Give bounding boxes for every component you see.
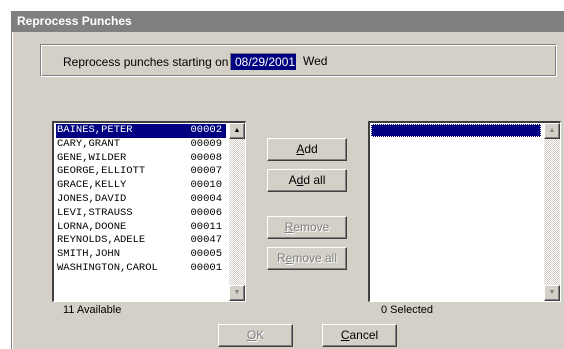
dialog-title: Reprocess Punches [11,11,564,32]
list-item[interactable]: GENE,WILDER 00008 [56,152,226,166]
cancel-button-post: ancel [349,328,379,342]
list-item[interactable]: BAINES,PETER 00002 [56,124,226,138]
add-all-button[interactable]: Add all [267,169,347,192]
remove-all-button-pre: R [276,251,286,265]
employee-id: 00005 [190,248,222,261]
add-all-button-post: d all [303,173,326,187]
start-date-field[interactable]: 08/29/2001 [230,53,296,70]
ok-button[interactable]: OK [218,324,293,347]
remove-button-post: emove [293,220,330,234]
employee-name: GRACE,KELLY [57,179,127,192]
add-button[interactable]: Add [267,138,347,161]
list-item[interactable]: JONES,DAVID 00004 [56,193,226,207]
employee-name: GENE,WILDER [57,151,127,164]
list-item[interactable]: LORNA,DOONE 00011 [56,221,226,235]
employee-name: SMITH,JOHN [57,248,121,261]
reprocess-punches-dialog: Reprocess Punches Reprocess punches star… [10,10,564,349]
employee-id: 00006 [190,206,222,219]
employee-name: REYNOLDS,ADELE [57,234,146,247]
add-all-button-pre: A [288,173,297,187]
list-item[interactable]: CARY,GRANT 00009 [56,138,226,152]
available-list-scrollbar[interactable]: ▲ ▼ [229,123,245,301]
start-date-group: Reprocess punches starting on 08/29/2001… [40,44,557,77]
list-item[interactable]: LEVI,STRAUSS 00006 [56,207,226,221]
list-item[interactable]: GRACE,KELLY 00010 [56,179,226,193]
list-item[interactable]: GEORGE,ELLIOTT 00007 [56,165,226,179]
window-edge [11,32,13,349]
remove-all-button[interactable]: Remove all [267,247,347,270]
ok-button-key: O [246,328,257,342]
selected-employees-list[interactable]: ▲ ▼ [368,121,561,302]
list-item[interactable]: SMITH,JOHN 00005 [56,248,226,262]
employee-id: 00047 [190,234,222,247]
list-item[interactable]: WASHINGTON,CAROL 00001 [56,262,226,276]
employee-name: BAINES,PETER [57,124,133,136]
employee-id: 00008 [190,151,222,164]
remove-button[interactable]: Remove [267,216,347,239]
list-item[interactable]: REYNOLDS,ADELE 00047 [56,234,226,248]
add-button-post: dd [304,142,318,156]
employee-id: 00004 [190,192,222,205]
start-date-label: Reprocess punches starting on [63,55,229,69]
employee-name: WASHINGTON,CAROL [57,261,158,274]
weekday-label: Wed [303,54,328,68]
employee-id: 00009 [190,137,222,150]
employee-id: 00002 [190,124,222,136]
selected-list-scrollbar[interactable]: ▲ ▼ [544,123,560,301]
focus-row [371,124,541,137]
employee-name: GEORGE,ELLIOTT [57,165,146,178]
scroll-up-arrow-icon[interactable]: ▲ [229,123,245,139]
employee-id: 00001 [190,261,222,274]
cancel-button[interactable]: Cancel [322,324,397,347]
available-count: 11 Available [63,304,122,316]
employee-name: JONES,DAVID [57,192,127,205]
selected-count: 0 Selected [381,304,433,316]
ok-button-post: K [256,328,265,342]
employee-id: 00007 [190,165,222,178]
remove-button-key: R [284,220,294,234]
remove-all-button-post: move all [292,251,338,265]
available-items: BAINES,PETER 00002 CARY,GRANT 00009 GENE,WIL… [56,124,226,276]
employee-name: LORNA,DOONE [57,220,127,233]
available-employees-list[interactable]: BAINES,PETER 00002 CARY,GRANT 00009 GENE,WIL… [52,121,246,302]
scroll-up-arrow-icon[interactable]: ▲ [544,123,560,139]
employee-id: 00011 [190,220,222,233]
employee-id: 00010 [190,179,222,192]
employee-name: LEVI,STRAUSS [57,206,133,219]
employee-name: CARY,GRANT [57,137,121,150]
scroll-down-arrow-icon[interactable]: ▼ [544,285,560,301]
scroll-down-arrow-icon[interactable]: ▼ [229,285,245,301]
